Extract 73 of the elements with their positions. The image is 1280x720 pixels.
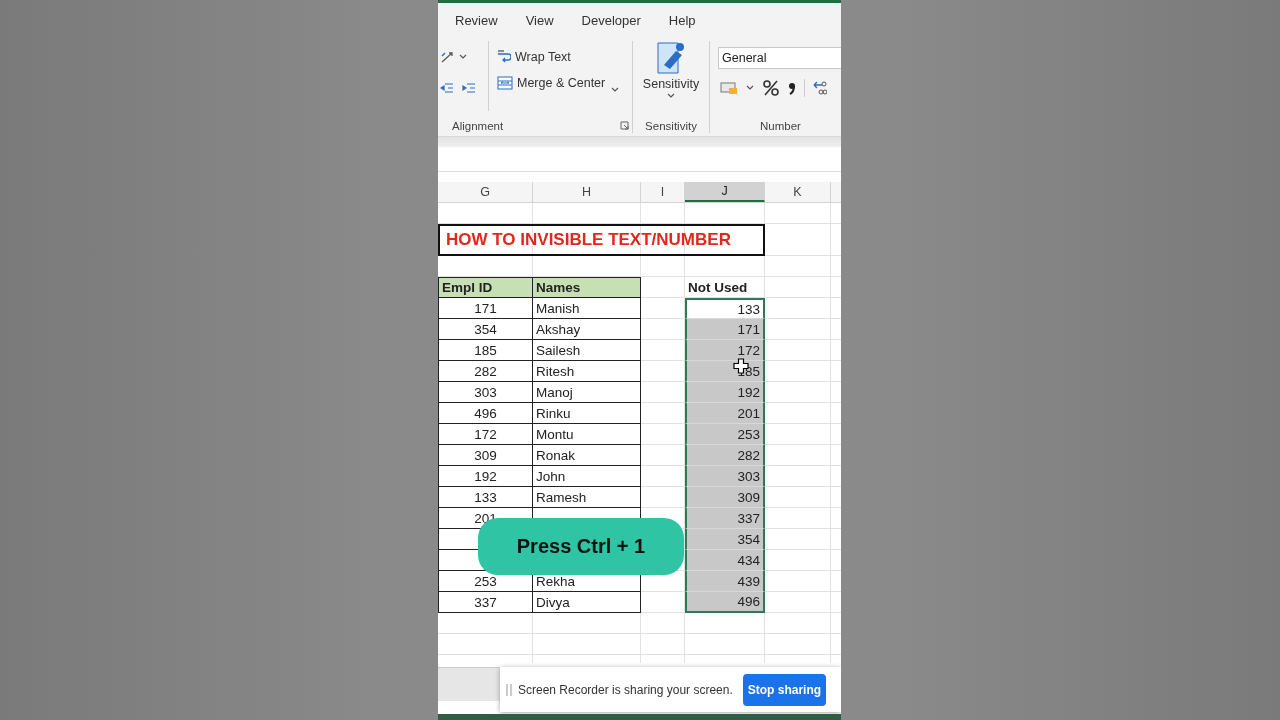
table-cell: 439 bbox=[685, 571, 765, 592]
orientation-icon bbox=[440, 50, 456, 64]
table-cell: 303 bbox=[438, 382, 533, 403]
table-cell: 309 bbox=[685, 487, 765, 508]
table-cell: 192 bbox=[685, 382, 765, 403]
caret-icon bbox=[611, 87, 620, 93]
increase-indent-icon bbox=[462, 82, 476, 94]
column-header[interactable]: K bbox=[765, 182, 831, 202]
table-cell: Manoj bbox=[533, 382, 641, 403]
table-cell: Ronak bbox=[533, 445, 641, 466]
table-cell: 309 bbox=[438, 445, 533, 466]
percent-icon bbox=[762, 79, 780, 97]
table-cell: 434 bbox=[685, 550, 765, 571]
wrap-text-icon bbox=[497, 50, 511, 64]
sheet-title: HOW TO INVISIBLE TEXT/NUMBER bbox=[438, 224, 765, 256]
table-cell: John bbox=[533, 466, 641, 487]
group-label: Alignment bbox=[452, 120, 504, 132]
decrease-decimal-icon bbox=[813, 80, 827, 96]
caret-icon bbox=[746, 85, 754, 91]
table-cell: Rinku bbox=[533, 403, 641, 424]
sensitivity-button[interactable]: Sensitivity bbox=[633, 37, 709, 115]
table-cell: 185 bbox=[438, 340, 533, 361]
table-header: Empl ID bbox=[438, 277, 533, 298]
decrease-indent-icon bbox=[440, 82, 454, 94]
group-label: Number bbox=[760, 120, 801, 132]
sensitivity-icon bbox=[656, 41, 686, 75]
table-cell: 171 bbox=[685, 319, 765, 340]
table-cell: 133 bbox=[438, 487, 533, 508]
table-cell: 201 bbox=[685, 403, 765, 424]
table-cell: 172 bbox=[685, 340, 765, 361]
table-cell: Divya bbox=[533, 592, 641, 613]
wrap-text-button[interactable]: Wrap Text bbox=[497, 50, 606, 64]
column-header[interactable]: J bbox=[685, 182, 765, 202]
table-cell: 282 bbox=[685, 445, 765, 466]
dialog-launcher-icon bbox=[620, 121, 629, 130]
table-cell: 354 bbox=[438, 319, 533, 340]
table-cell: 192 bbox=[438, 466, 533, 487]
stop-sharing-button[interactable]: Stop sharing bbox=[742, 673, 827, 706]
accounting-format-icon bbox=[720, 81, 738, 95]
merge-center-button[interactable]: Merge & Center bbox=[497, 76, 606, 90]
table-cell: 133 bbox=[685, 298, 765, 319]
table-cell: 171 bbox=[438, 298, 533, 319]
ribbon-tab[interactable]: View bbox=[525, 12, 554, 28]
notification-message: Screen Recorder is sharing your screen. bbox=[518, 682, 733, 697]
table-cell: 496 bbox=[685, 592, 765, 613]
table-cell: Manish bbox=[533, 298, 641, 319]
table-header: Names bbox=[533, 277, 641, 298]
comma-style-icon bbox=[788, 81, 796, 95]
table-cell: 337 bbox=[438, 592, 533, 613]
table-cell: 253 bbox=[685, 424, 765, 445]
table-cell: 172 bbox=[438, 424, 533, 445]
table-cell: Akshay bbox=[533, 319, 641, 340]
group-label: Sensitivity bbox=[645, 120, 697, 132]
ribbon-tab[interactable]: Developer bbox=[581, 12, 641, 28]
table-cell: Ramesh bbox=[533, 487, 641, 508]
ribbon-tab[interactable]: Review bbox=[455, 12, 498, 28]
drag-handle-icon bbox=[506, 683, 512, 696]
column-heading: Not Used bbox=[687, 279, 749, 297]
column-header[interactable]: G bbox=[438, 182, 533, 202]
table-cell: 354 bbox=[685, 529, 765, 550]
table-cell: Ritesh bbox=[533, 361, 641, 382]
table-cell: 496 bbox=[438, 403, 533, 424]
caret-icon bbox=[459, 54, 467, 60]
chevron-icon bbox=[667, 93, 675, 99]
merge-cells-icon bbox=[497, 76, 513, 90]
table-cell: 337 bbox=[685, 508, 765, 529]
number-format-field[interactable]: General bbox=[718, 47, 841, 69]
column-header[interactable]: H bbox=[533, 182, 641, 202]
table-cell: Montu bbox=[533, 424, 641, 445]
table-cell: 282 bbox=[438, 361, 533, 382]
table-cell: Sailesh bbox=[533, 340, 641, 361]
table-cell: 303 bbox=[685, 466, 765, 487]
ribbon-tab[interactable]: Help bbox=[668, 12, 696, 28]
